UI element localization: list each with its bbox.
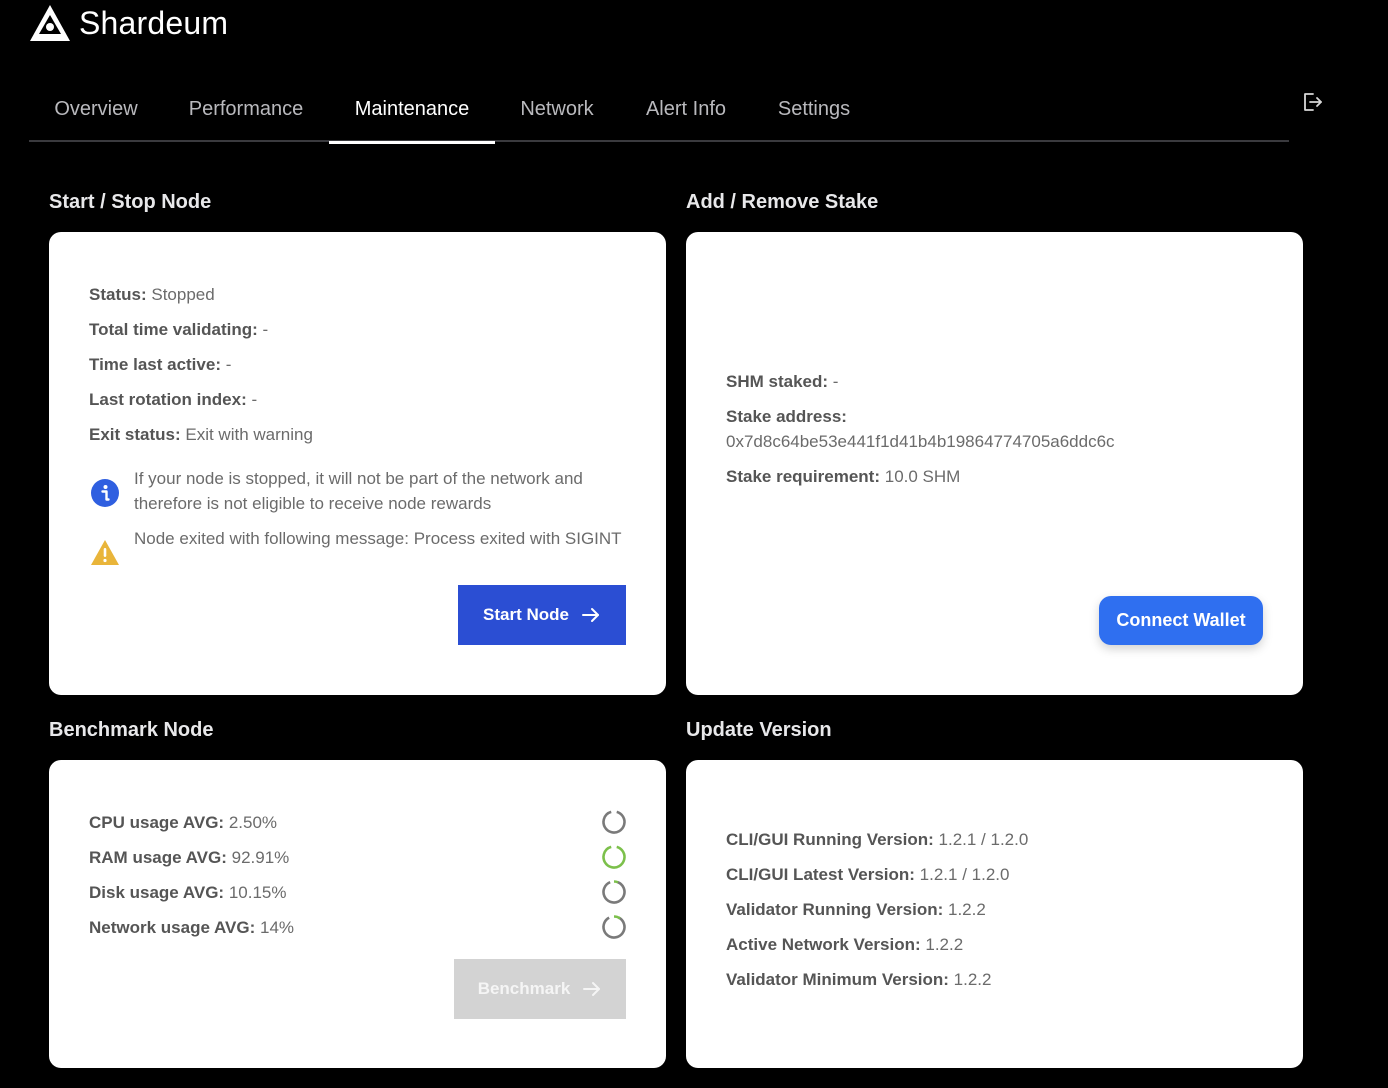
shm-staked-row: SHM staked: - bbox=[726, 372, 839, 391]
info-note-text: If your node is stopped, it will not be … bbox=[134, 469, 583, 513]
start-stop-card: Status: Stopped Total time validating: -… bbox=[49, 232, 666, 695]
stake-title: Add / Remove Stake bbox=[686, 191, 879, 213]
brand-name: Shardeum bbox=[79, 4, 229, 41]
benchmark-title: Benchmark Node bbox=[49, 719, 214, 741]
stake-requirement-row: Stake requirement: 10.0 SHM bbox=[726, 467, 961, 486]
main-tabs: Overview Performance Maintenance Network… bbox=[29, 76, 1289, 144]
status-row: Status: Stopped bbox=[89, 285, 215, 304]
tab-alert-info[interactable]: Alert Info bbox=[619, 76, 753, 142]
ram-usage-row: RAM usage AVG: 92.91% bbox=[89, 848, 290, 867]
warning-note-text: Node exited with following message: Proc… bbox=[134, 529, 622, 548]
last-rotation-row: Last rotation index: - bbox=[89, 390, 258, 409]
tab-maintenance[interactable]: Maintenance bbox=[329, 76, 495, 144]
warning-icon bbox=[91, 540, 119, 565]
connect-wallet-button[interactable]: Connect Wallet bbox=[1099, 596, 1263, 645]
disk-spinner-icon bbox=[602, 880, 626, 904]
tab-label: Alert Info bbox=[645, 97, 727, 120]
benchmark-label: Benchmark bbox=[477, 979, 571, 998]
tab-label: Network bbox=[520, 97, 594, 120]
benchmark-card: CPU usage AVG: 2.50% RAM usage AVG: 92.9… bbox=[49, 760, 666, 1068]
start-node-label: Start Node bbox=[483, 605, 569, 624]
arrow-right-icon bbox=[583, 982, 601, 996]
ram-spinner-icon bbox=[602, 845, 626, 869]
tab-label: Overview bbox=[54, 97, 138, 120]
tab-settings[interactable]: Settings bbox=[753, 76, 875, 142]
tab-network[interactable]: Network bbox=[495, 76, 619, 142]
disk-usage-row: Disk usage AVG: 10.15% bbox=[89, 883, 287, 902]
logout-icon[interactable] bbox=[1300, 90, 1324, 114]
start-stop-title: Start / Stop Node bbox=[49, 191, 212, 213]
validator-running-row: Validator Running Version: 1.2.2 bbox=[726, 900, 986, 919]
active-network-row: Active Network Version: 1.2.2 bbox=[726, 935, 964, 954]
status-value: Stopped bbox=[151, 285, 215, 304]
tab-label: Performance bbox=[188, 97, 304, 120]
cpu-usage-row: CPU usage AVG: 2.50% bbox=[89, 813, 278, 832]
info-icon bbox=[91, 479, 119, 507]
arrow-right-icon bbox=[581, 608, 599, 622]
benchmark-button[interactable]: Benchmark bbox=[454, 959, 626, 1019]
stake-address-value: 0x7d8c64be53e441f1d41b4b19864774705a6ddc… bbox=[726, 432, 1115, 451]
warning-note: Node exited with following message: Proc… bbox=[89, 526, 629, 569]
tab-label: Settings bbox=[777, 97, 851, 120]
tab-overview[interactable]: Overview bbox=[29, 76, 163, 142]
tab-performance[interactable]: Performance bbox=[163, 76, 329, 142]
validator-minimum-row: Validator Minimum Version: 1.2.2 bbox=[726, 970, 992, 989]
cli-gui-running-row: CLI/GUI Running Version: 1.2.1 / 1.2.0 bbox=[726, 830, 1029, 849]
network-spinner-icon bbox=[602, 915, 626, 939]
shardeum-logo-icon bbox=[30, 5, 70, 41]
stake-address-label: Stake address: bbox=[726, 407, 847, 426]
info-note: If your node is stopped, it will not be … bbox=[89, 466, 629, 516]
exit-status-row: Exit status: Exit with warning bbox=[89, 425, 313, 444]
update-title: Update Version bbox=[686, 719, 832, 741]
cpu-spinner-icon bbox=[602, 810, 626, 834]
network-usage-row: Network usage AVG: 14% bbox=[89, 918, 295, 937]
update-card: CLI/GUI Running Version: 1.2.1 / 1.2.0 C… bbox=[686, 760, 1303, 1068]
brand: Shardeum bbox=[29, 2, 228, 44]
cli-gui-latest-row: CLI/GUI Latest Version: 1.2.1 / 1.2.0 bbox=[726, 865, 1010, 884]
total-time-row: Total time validating: - bbox=[89, 320, 269, 339]
time-last-active-row: Time last active: - bbox=[89, 355, 232, 374]
start-node-button[interactable]: Start Node bbox=[458, 585, 626, 645]
stake-card: SHM staked: - Stake address: 0x7d8c64be5… bbox=[686, 232, 1303, 695]
tab-label: Maintenance bbox=[354, 97, 470, 120]
